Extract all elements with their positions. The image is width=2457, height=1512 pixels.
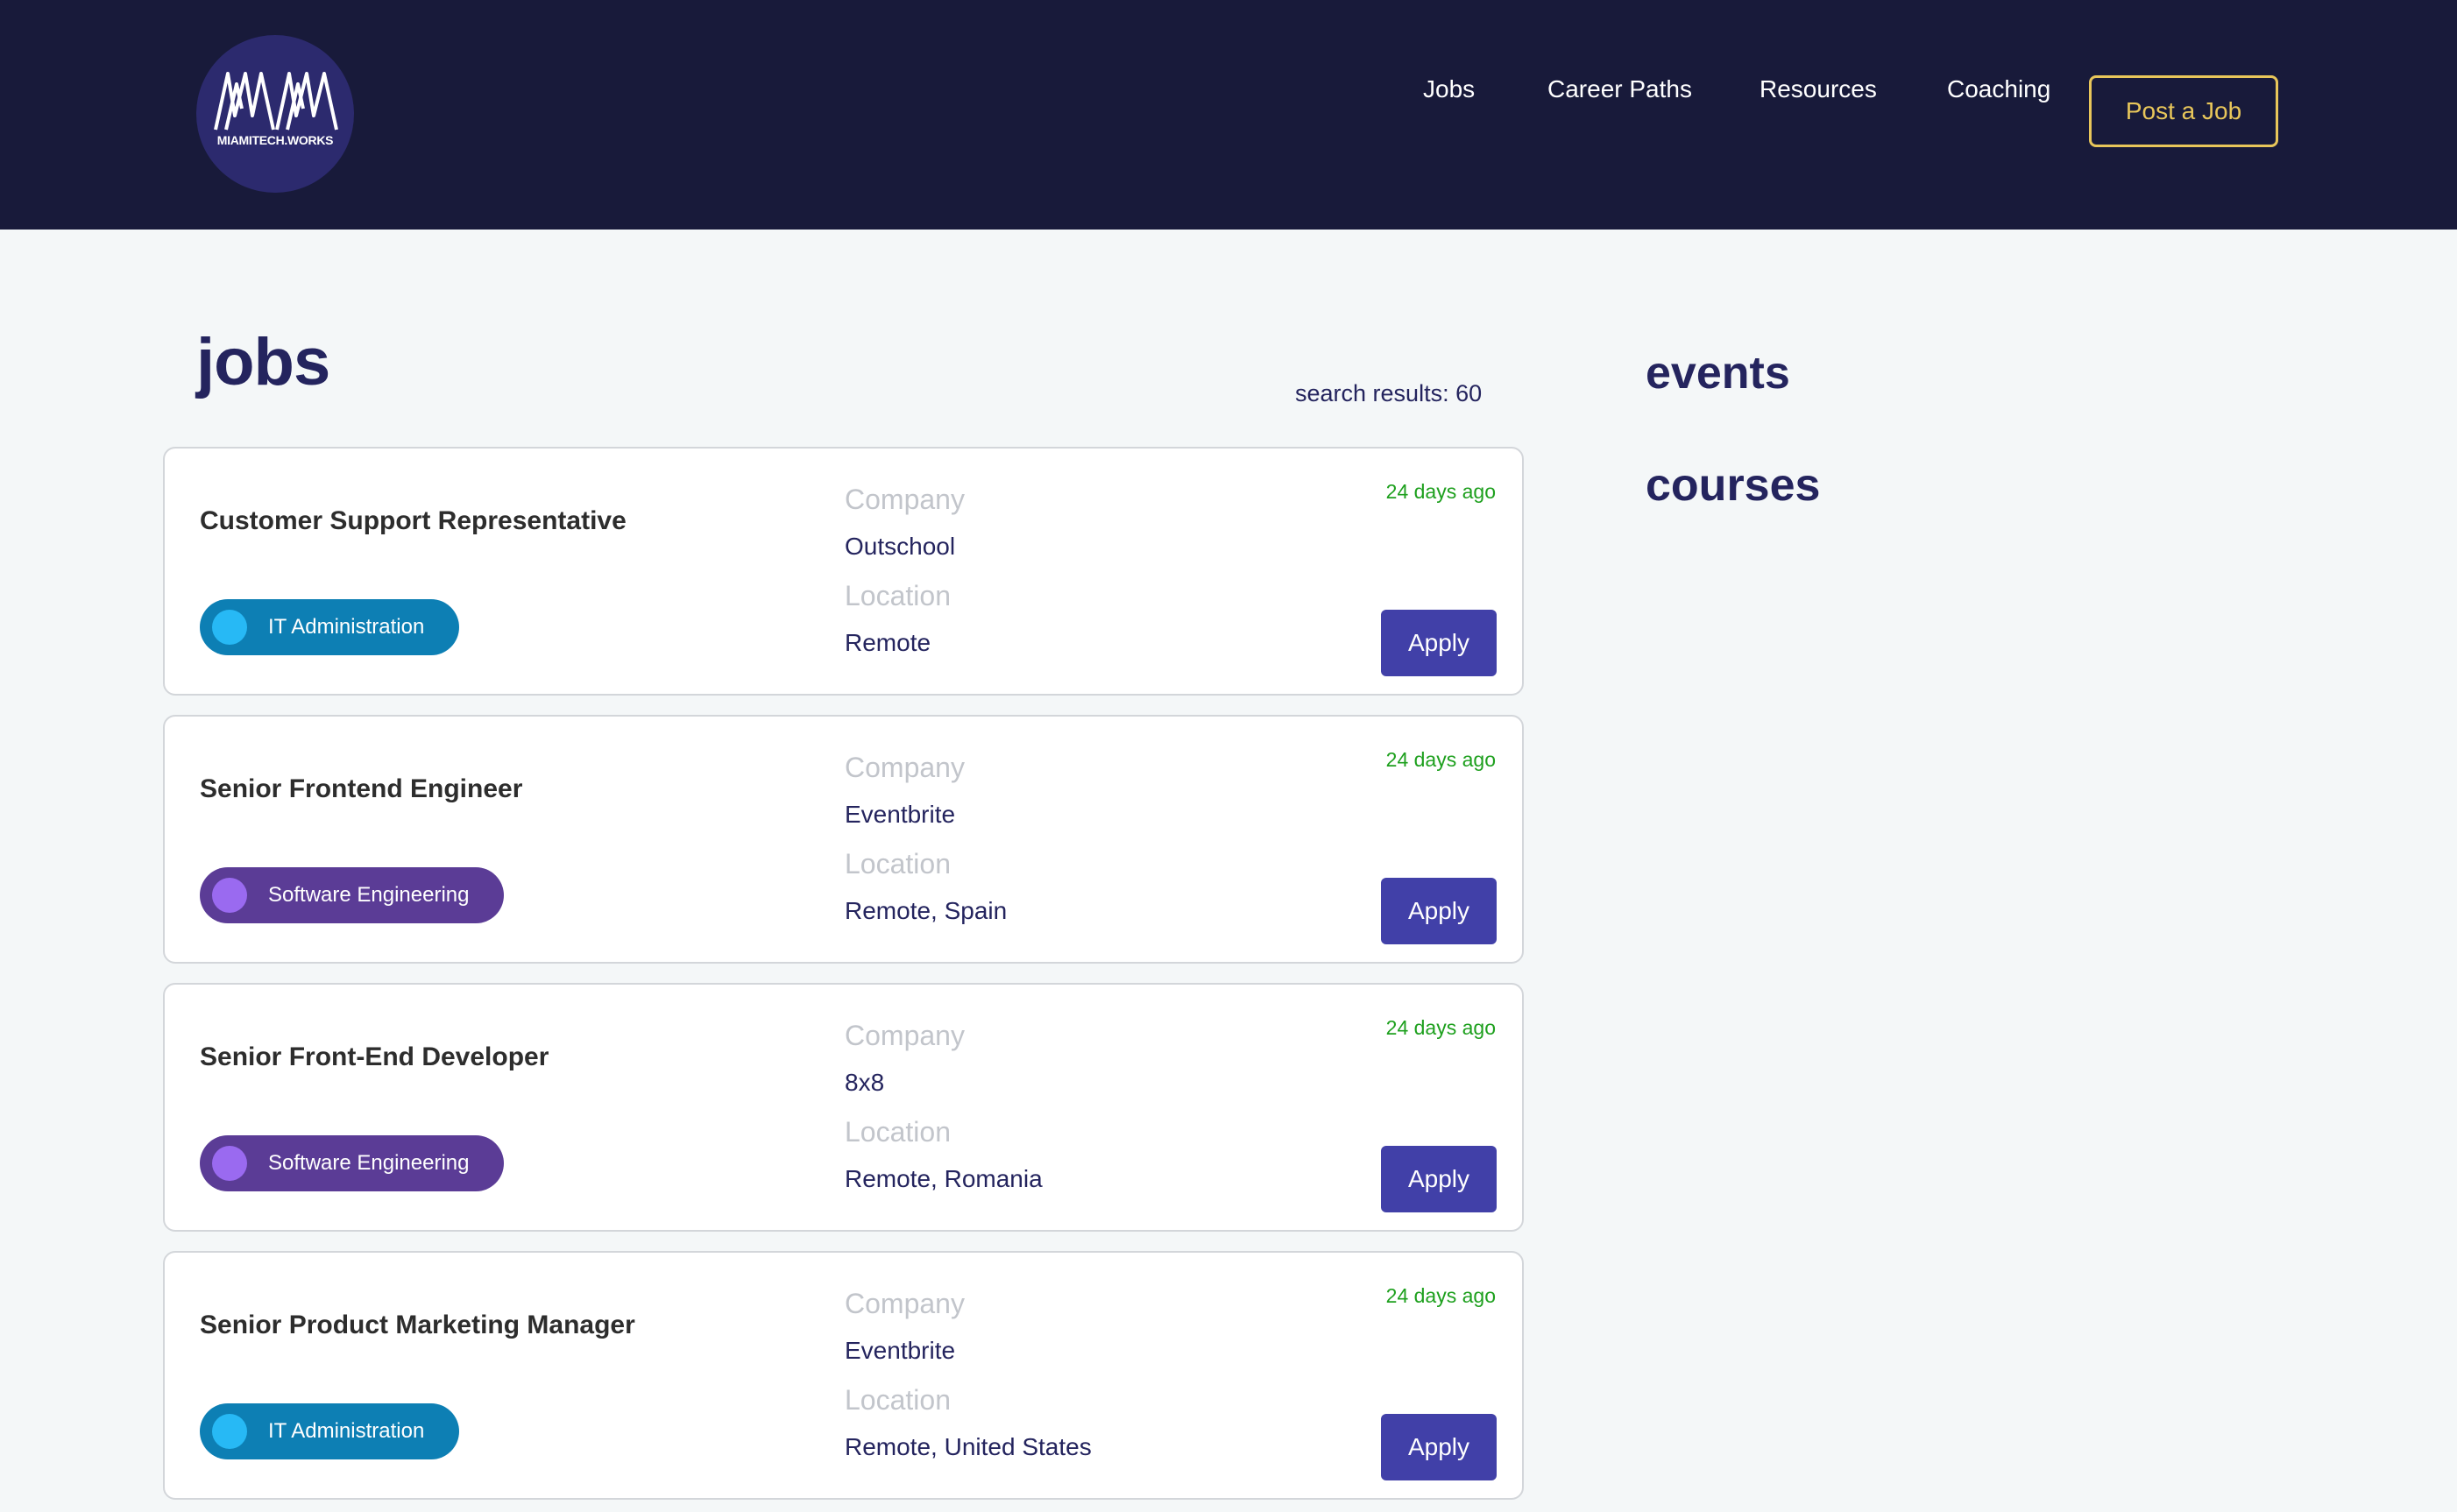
page-title: jobs [196,325,330,399]
tag-dot-icon [212,610,247,645]
location-label: Location [845,1384,951,1416]
nav-coaching[interactable]: Coaching [1947,75,2050,103]
location-value: Remote, United States [845,1433,1092,1460]
tag-label: Software Engineering [268,1151,470,1175]
apply-button[interactable]: Apply [1381,878,1497,944]
location-value: Remote, Romania [845,1165,1043,1192]
tag-dot-icon [212,1146,247,1181]
posted-date: 24 days ago [1385,748,1496,771]
logo[interactable]: MIAMITECH.WORKS [196,35,354,193]
logo-mark-icon [214,72,338,131]
job-title[interactable]: Customer Support Representative [200,506,627,536]
job-card[interactable]: Senior Product Marketing Manager IT Admi… [163,1251,1524,1500]
category-tag[interactable]: IT Administration [200,1403,460,1459]
tag-label: IT Administration [268,615,425,639]
job-title[interactable]: Senior Frontend Engineer [200,774,522,804]
courses-heading: courses [1646,460,1821,511]
company-value: 8x8 [845,1069,885,1096]
tag-label: Software Engineering [268,883,470,907]
posted-date: 24 days ago [1385,1016,1496,1039]
job-title[interactable]: Senior Product Marketing Manager [200,1311,635,1340]
location-label: Location [845,580,951,611]
nav-career-paths[interactable]: Career Paths [1547,75,1692,103]
posted-date: 24 days ago [1385,1284,1496,1307]
job-card[interactable]: Customer Support Representative IT Admin… [163,447,1524,696]
post-a-job-button[interactable]: Post a Job [2089,75,2278,147]
company-label: Company [845,1020,965,1051]
category-tag[interactable]: IT Administration [200,599,460,655]
location-label: Location [845,1116,951,1148]
tag-dot-icon [212,1414,247,1449]
apply-button[interactable]: Apply [1381,1146,1497,1212]
apply-button[interactable]: Apply [1381,610,1497,676]
location-label: Location [845,848,951,880]
job-title[interactable]: Senior Front-End Developer [200,1042,549,1072]
job-card[interactable]: Senior Frontend Engineer Software Engine… [163,715,1524,964]
nav-jobs[interactable]: Jobs [1423,75,1475,103]
events-heading: events [1646,348,1790,399]
apply-button[interactable]: Apply [1381,1414,1497,1480]
company-value: Outschool [845,533,956,560]
company-value: Eventbrite [845,1337,956,1364]
job-card[interactable]: Senior Front-End Developer Software Engi… [163,983,1524,1232]
company-value: Eventbrite [845,801,956,828]
nav-resources[interactable]: Resources [1760,75,1877,103]
logo-text: MIAMITECH.WORKS [216,133,334,147]
location-value: Remote, Spain [845,897,1008,924]
company-label: Company [845,752,965,783]
posted-date: 24 days ago [1385,480,1496,503]
category-tag[interactable]: Software Engineering [200,867,505,923]
location-value: Remote [845,629,931,656]
company-label: Company [845,1288,965,1319]
tag-label: IT Administration [268,1419,425,1443]
site-header: MIAMITECH.WORKS Jobs Career Paths Resour… [0,0,2457,230]
category-tag[interactable]: Software Engineering [200,1135,505,1191]
company-label: Company [845,484,965,515]
tag-dot-icon [212,878,247,913]
search-results-count: search results: 60 [1295,380,1483,406]
